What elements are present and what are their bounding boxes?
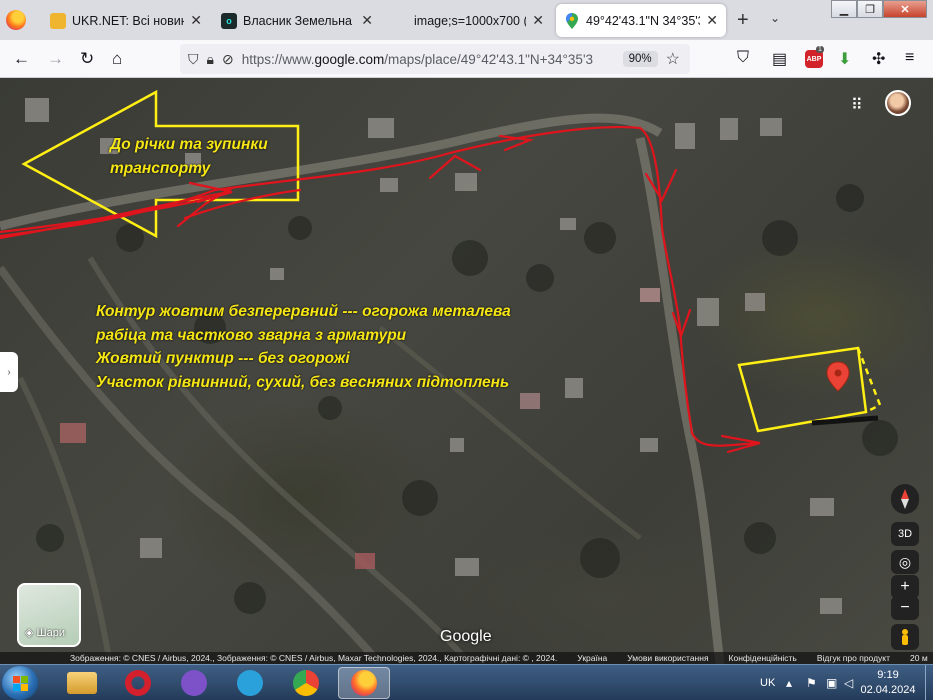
file-explorer-icon [67, 672, 97, 694]
taskbar-firefox[interactable] [338, 667, 390, 699]
attribution-text: Зображення: © CNES / Airbus, 2024., Зобр… [70, 653, 558, 663]
home-icon[interactable]: ⌂ [112, 49, 122, 69]
firefox-icon [351, 670, 377, 696]
zoom-out-button[interactable]: − [891, 596, 919, 620]
tab-image[interactable]: image;s=1000x700 (Зобр ✕ [384, 4, 552, 37]
layers-button[interactable]: ◈ Шари [17, 583, 81, 647]
telegram-icon [237, 670, 263, 696]
my-location-icon[interactable]: ◎ [891, 550, 919, 574]
parcel-outline [737, 346, 882, 433]
taskbar-viber[interactable] [168, 667, 220, 699]
footer-link-ukraine[interactable]: Україна [577, 653, 607, 663]
close-tab-icon[interactable]: ✕ [190, 12, 202, 29]
footer-link-terms[interactable]: Умови використання [627, 653, 708, 663]
legend-line: рабіца та частково зварна з арматури [96, 326, 407, 344]
clock-date: 02.04.2024 [860, 684, 916, 696]
taskbar-chrome[interactable] [280, 667, 332, 699]
maximize-icon[interactable]: ❐ [857, 0, 883, 18]
url-text[interactable]: https://www.google.com/maps/place/49°42'… [242, 52, 615, 67]
tab-title: UKR.NET: Всі новини Ук [72, 13, 185, 28]
network-icon[interactable]: ▣ [826, 665, 837, 700]
adblock-count-badge: 1 [816, 46, 824, 53]
account-avatar[interactable] [885, 90, 911, 116]
legend-line: Жовтий пунктир --- без огорожі [96, 350, 350, 367]
lock-icon[interactable]: 🔒︎ [207, 51, 214, 68]
tab-title: image;s=1000x700 (Зобр [414, 13, 526, 28]
google-apps-icon[interactable]: ⠿ [851, 95, 863, 115]
taskbar-telegram[interactable] [224, 667, 276, 699]
compass-icon[interactable] [891, 484, 919, 514]
arrow-annotation-text: До річки та зупинки транспорту [110, 136, 268, 177]
location-pin-icon[interactable] [826, 361, 850, 392]
permissions-icon[interactable]: ⊘ [222, 51, 234, 68]
maps-pin-icon [564, 12, 580, 29]
tracking-protection-icon[interactable]: ⛉ [188, 51, 199, 68]
legend-line: Участок рівнинний, сухий, без весняних п… [96, 373, 510, 391]
tab-ukrnet[interactable]: UKR.NET: Всі новини Ук ✕ [42, 4, 210, 37]
taskbar-opera[interactable] [112, 667, 164, 699]
footer-link-feedback[interactable]: Відгук про продукт [817, 653, 890, 663]
3d-toggle-button[interactable]: 3D [891, 522, 919, 546]
windows-taskbar: UK ▴ ⚑ ▣ ◁ 9:19 02.04.2024 [0, 664, 933, 700]
opera-icon [125, 670, 151, 696]
sidebar-icon[interactable]: ▤ [772, 49, 787, 69]
close-tab-icon[interactable]: ✕ [706, 12, 718, 29]
pocket-icon[interactable]: ⛉ [737, 49, 749, 67]
app-menu-icon[interactable]: ≡ [905, 49, 914, 67]
street-view-pegman-icon[interactable] [891, 624, 919, 650]
google-logo: Google [440, 628, 492, 645]
tray-expand-icon[interactable]: ▴ [786, 665, 792, 700]
ukrnet-icon [50, 12, 66, 29]
new-tab-button[interactable]: + [737, 9, 749, 32]
clock-time: 9:19 [877, 669, 899, 681]
taskbar-clock[interactable]: 9:19 02.04.2024 [858, 668, 918, 698]
scale-bar[interactable]: 20 м [910, 653, 928, 663]
firefox-menu-icon[interactable] [6, 10, 26, 30]
legend-annotation: Контур жовтим безперервний --- огорожа м… [96, 300, 636, 394]
chrome-icon [293, 670, 319, 696]
window-close-icon[interactable]: ✕ [883, 0, 927, 18]
bookmark-star-icon[interactable]: ☆ [666, 49, 680, 69]
tab-olx[interactable]: o Власник Земельна діля ✕ [213, 4, 381, 37]
map-attribution-bar: Зображення: © CNES / Airbus, 2024., Зобр… [0, 652, 933, 664]
image-icon [392, 13, 408, 29]
tab-title: Власник Земельна діля [243, 13, 355, 28]
tab-google-maps[interactable]: 49°42'43.1"N 34°35'3 ✕ [556, 4, 726, 37]
tab-strip: UKR.NET: Всі новини Ук ✕ o Власник Земел… [0, 0, 933, 40]
forward-icon[interactable]: → [47, 49, 64, 69]
volume-icon[interactable]: ◁ [844, 665, 853, 700]
map-canvas[interactable]: До річки та зупинки транспорту Контур жо… [0, 78, 933, 664]
show-desktop-button[interactable] [925, 665, 933, 700]
address-bar[interactable]: ⛉ 🔒︎ ⊘ https://www.google.com/maps/place… [180, 44, 690, 74]
start-button[interactable] [2, 666, 38, 700]
legend-line: Контур жовтим безперервний --- огорожа м… [96, 303, 511, 320]
list-all-tabs-icon[interactable]: ⌄ [770, 11, 780, 25]
action-center-icon[interactable]: ⚑ [806, 665, 817, 700]
layers-icon: ◈ [25, 627, 37, 639]
navigation-toolbar: ← → ↻ ⌂ ⛉ 🔒︎ ⊘ https://www.google.com/ma… [0, 40, 933, 78]
back-icon[interactable]: ← [13, 49, 30, 69]
extensions-icon[interactable]: ✣ [872, 49, 885, 69]
download-extension-icon[interactable]: ⬇ [838, 49, 851, 69]
window-controls: ▁ ❐ ✕ [831, 0, 927, 20]
zoom-level-badge[interactable]: 90% [622, 51, 658, 67]
viber-icon [181, 670, 207, 696]
close-tab-icon[interactable]: ✕ [532, 12, 544, 29]
taskbar-file-explorer[interactable] [56, 667, 108, 699]
input-language[interactable]: UK [760, 665, 775, 700]
olx-icon: o [221, 12, 237, 29]
expand-side-panel-button[interactable]: › [0, 352, 18, 392]
footer-link-privacy[interactable]: Конфіденційність [729, 653, 797, 663]
close-tab-icon[interactable]: ✕ [361, 12, 373, 29]
tab-title: 49°42'43.1"N 34°35'3 [586, 13, 701, 28]
reload-icon[interactable]: ↻ [80, 49, 94, 69]
minimize-icon[interactable]: ▁ [831, 0, 857, 18]
layers-label: ◈ Шари [25, 627, 65, 639]
